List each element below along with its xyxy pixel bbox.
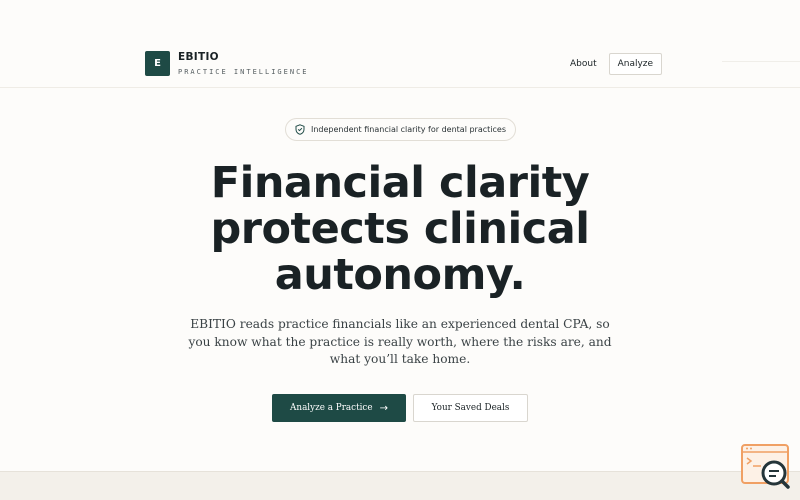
hero-badge-text: Independent financial clarity for dental… xyxy=(310,125,506,134)
hero-subcopy: EBITIO reads practice financials like an… xyxy=(188,317,612,366)
nav-about-link[interactable]: About xyxy=(562,54,605,74)
cta-row: Analyze a Practice → Your Saved Deals xyxy=(0,394,800,422)
shield-check-icon xyxy=(295,124,305,135)
nav-analyze-button[interactable]: Analyze xyxy=(608,53,663,75)
brand-name: EBITIO xyxy=(178,51,219,63)
analyze-practice-label: Analyze a Practice xyxy=(290,403,373,413)
hero-headline: Financial clarity protects clinical auto… xyxy=(100,160,700,298)
brand[interactable]: E EBITIO PRACTICE INTELLIGENCE xyxy=(145,51,309,76)
headline-line-2: protects clinical xyxy=(210,204,590,254)
logo-mark: E xyxy=(145,51,170,76)
top-nav: About Analyze xyxy=(562,53,663,75)
brand-text: EBITIO PRACTICE INTELLIGENCE xyxy=(178,51,309,76)
headline-line-3: autonomy. xyxy=(274,250,526,300)
brand-tagline: PRACTICE INTELLIGENCE xyxy=(178,68,309,76)
footer-band xyxy=(0,471,800,500)
arrow-right-icon: → xyxy=(379,402,388,414)
headline-line-1: Financial clarity xyxy=(210,158,590,208)
site-header: E EBITIO PRACTICE INTELLIGENCE About Ana… xyxy=(0,0,800,88)
saved-deals-button[interactable]: Your Saved Deals xyxy=(413,394,528,422)
hero-badge: Independent financial clarity for dental… xyxy=(285,118,516,141)
analyze-practice-button[interactable]: Analyze a Practice → xyxy=(272,394,406,422)
divider xyxy=(722,61,800,62)
search-chat-widget-icon[interactable] xyxy=(741,444,791,490)
